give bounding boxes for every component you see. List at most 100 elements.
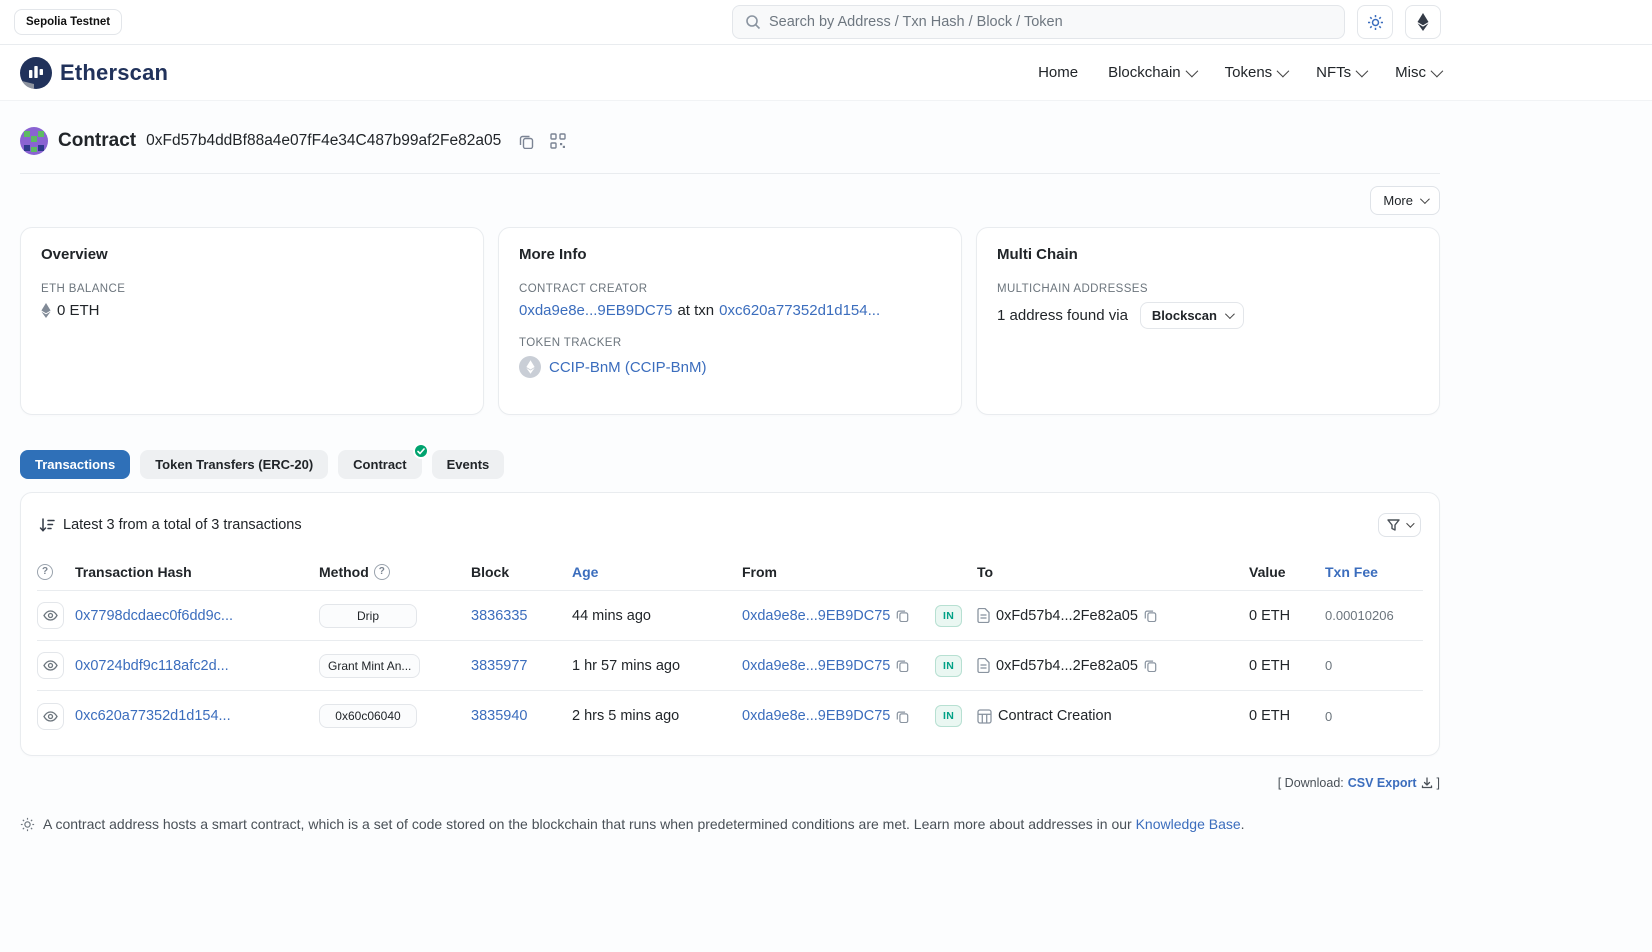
tx-hash-link[interactable]: 0x0724bdf9c118afc2d... [75, 658, 229, 674]
from-address-link[interactable]: 0xda9e8e...9EB9DC75 [742, 608, 890, 624]
table-row: 0xc620a77352d1d154... 0x60c06040 3835940… [37, 691, 1423, 741]
age-value: 2 hrs 5 mins ago [572, 708, 679, 724]
copy-icon[interactable] [896, 609, 909, 622]
col-from: From [742, 564, 935, 580]
tab-token-transfers[interactable]: Token Transfers (ERC-20) [140, 450, 328, 479]
copy-icon[interactable] [896, 710, 909, 723]
creation-txn-link[interactable]: 0xc620a77352d1d154... [719, 302, 880, 319]
info-cards: Overview ETH BALANCE 0 ETH More Info CON… [20, 227, 1440, 415]
to-address[interactable]: 0xFd57b4...2Fe82a05 [996, 608, 1138, 624]
method-badge: 0x60c06040 [319, 704, 417, 728]
eth-balance-label: ETH BALANCE [41, 283, 463, 295]
nav-blockchain[interactable]: Blockchain [1108, 64, 1195, 81]
multichain-title: Multi Chain [997, 246, 1419, 263]
chevron-down-icon [1431, 65, 1444, 78]
eye-icon [43, 610, 58, 621]
brand-logo[interactable]: Etherscan [20, 57, 168, 89]
question-icon[interactable]: ? [374, 564, 390, 580]
search-icon [745, 14, 761, 30]
eth-glyph-icon [41, 303, 51, 318]
col-transaction-hash: Transaction Hash [75, 564, 319, 580]
token-tracker-label: TOKEN TRACKER [519, 337, 941, 349]
col-txn-fee: Txn Fee [1325, 564, 1423, 580]
chevron-down-icon [1356, 65, 1369, 78]
search-box[interactable] [732, 5, 1345, 39]
txn-fee-sort-link[interactable]: Txn Fee [1325, 564, 1378, 580]
csv-export-link[interactable]: CSV Export [1348, 776, 1417, 790]
block-link[interactable]: 3835940 [471, 708, 527, 724]
creator-connector: at txn [677, 302, 714, 319]
more-info-title: More Info [519, 246, 941, 263]
block-link[interactable]: 3836335 [471, 608, 527, 624]
tx-preview-button[interactable] [37, 602, 64, 629]
top-bar: Sepolia Testnet [0, 0, 1652, 45]
more-button[interactable]: More [1370, 186, 1440, 215]
header-divider [20, 173, 1440, 174]
search-input[interactable] [769, 14, 1332, 30]
ethereum-icon [1417, 13, 1429, 31]
multichain-addresses-label: MULTICHAIN ADDRESSES [997, 283, 1419, 295]
tx-hash-link[interactable]: 0xc620a77352d1d154... [75, 708, 231, 724]
network-badge[interactable]: Sepolia Testnet [14, 9, 122, 35]
multichain-card: Multi Chain MULTICHAIN ADDRESSES 1 addre… [976, 227, 1440, 415]
age-sort-link[interactable]: Age [572, 564, 598, 580]
tab-events[interactable]: Events [432, 450, 505, 479]
nav-tokens[interactable]: Tokens [1225, 64, 1287, 81]
copy-icon[interactable] [1144, 659, 1157, 672]
col-method: Method ? [319, 564, 471, 580]
copy-icon[interactable] [1144, 609, 1157, 622]
download-row: [ Download: CSV Export ] [20, 776, 1440, 790]
download-icon[interactable] [1421, 777, 1433, 789]
filter-button[interactable] [1378, 513, 1421, 537]
to-address: Contract Creation [998, 708, 1112, 724]
etherscan-logo-icon [20, 57, 52, 89]
fee-cell: 0 [1325, 658, 1332, 673]
value-cell: 0 ETH [1249, 608, 1290, 624]
main-header: Etherscan Home Blockchain Tokens NFTs Mi… [0, 45, 1652, 101]
tx-hash-link[interactable]: 0x7798dcdaec0f6dd9c... [75, 608, 233, 624]
to-address[interactable]: 0xFd57b4...2Fe82a05 [996, 658, 1138, 674]
copy-address-icon[interactable] [519, 134, 534, 149]
copy-icon[interactable] [896, 659, 909, 672]
theme-toggle-button[interactable] [1357, 5, 1393, 39]
block-link[interactable]: 3835977 [471, 658, 527, 674]
direction-badge: IN [935, 655, 962, 677]
contract-footnote: A contract address hosts a smart contrac… [20, 816, 1440, 832]
contract-avatar [20, 127, 48, 155]
method-badge: Drip [319, 604, 417, 628]
direction-badge: IN [935, 705, 962, 727]
table-row: 0x0724bdf9c118afc2d... Grant Mint An... … [37, 641, 1423, 691]
value-cell: 0 ETH [1249, 658, 1290, 674]
col-value: Value [1249, 564, 1325, 580]
tab-bar: Transactions Token Transfers (ERC-20) Co… [20, 450, 1440, 479]
from-address-link[interactable]: 0xda9e8e...9EB9DC75 [742, 708, 890, 724]
knowledge-base-link[interactable]: Knowledge Base [1136, 816, 1241, 832]
tx-preview-button[interactable] [37, 703, 64, 730]
footnote-text: A contract address hosts a smart contrac… [43, 816, 1132, 832]
nav-nfts[interactable]: NFTs [1316, 64, 1365, 81]
verified-check-icon [413, 443, 429, 459]
nav-home[interactable]: Home [1038, 64, 1078, 81]
creator-address-link[interactable]: 0xda9e8e...9EB9DC75 [519, 302, 672, 319]
tab-contract[interactable]: Contract [338, 450, 421, 479]
eye-icon [43, 711, 58, 722]
chevron-down-icon [1225, 309, 1235, 319]
download-suffix: ] [1437, 776, 1440, 790]
nav-misc[interactable]: Misc [1395, 64, 1440, 81]
tab-transactions[interactable]: Transactions [20, 450, 130, 479]
download-prefix: [ Download: [1278, 776, 1344, 790]
contract-creator-label: CONTRACT CREATOR [519, 283, 941, 295]
from-address-link[interactable]: 0xda9e8e...9EB9DC75 [742, 658, 890, 674]
col-to: To [977, 564, 1249, 580]
tx-preview-button[interactable] [37, 652, 64, 679]
multichain-provider-select[interactable]: Blockscan [1140, 302, 1244, 329]
qr-code-icon[interactable] [550, 133, 566, 149]
age-value: 1 hr 57 mins ago [572, 658, 680, 674]
network-switch-button[interactable] [1405, 5, 1441, 39]
question-icon[interactable]: ? [37, 564, 53, 580]
brand-name: Etherscan [60, 60, 168, 86]
main-nav: Home Blockchain Tokens NFTs Misc [1038, 64, 1440, 81]
fee-cell: 0.00010206 [1325, 608, 1394, 623]
document-icon [977, 658, 990, 673]
token-tracker-link[interactable]: CCIP-BnM (CCIP-BnM) [549, 359, 707, 376]
